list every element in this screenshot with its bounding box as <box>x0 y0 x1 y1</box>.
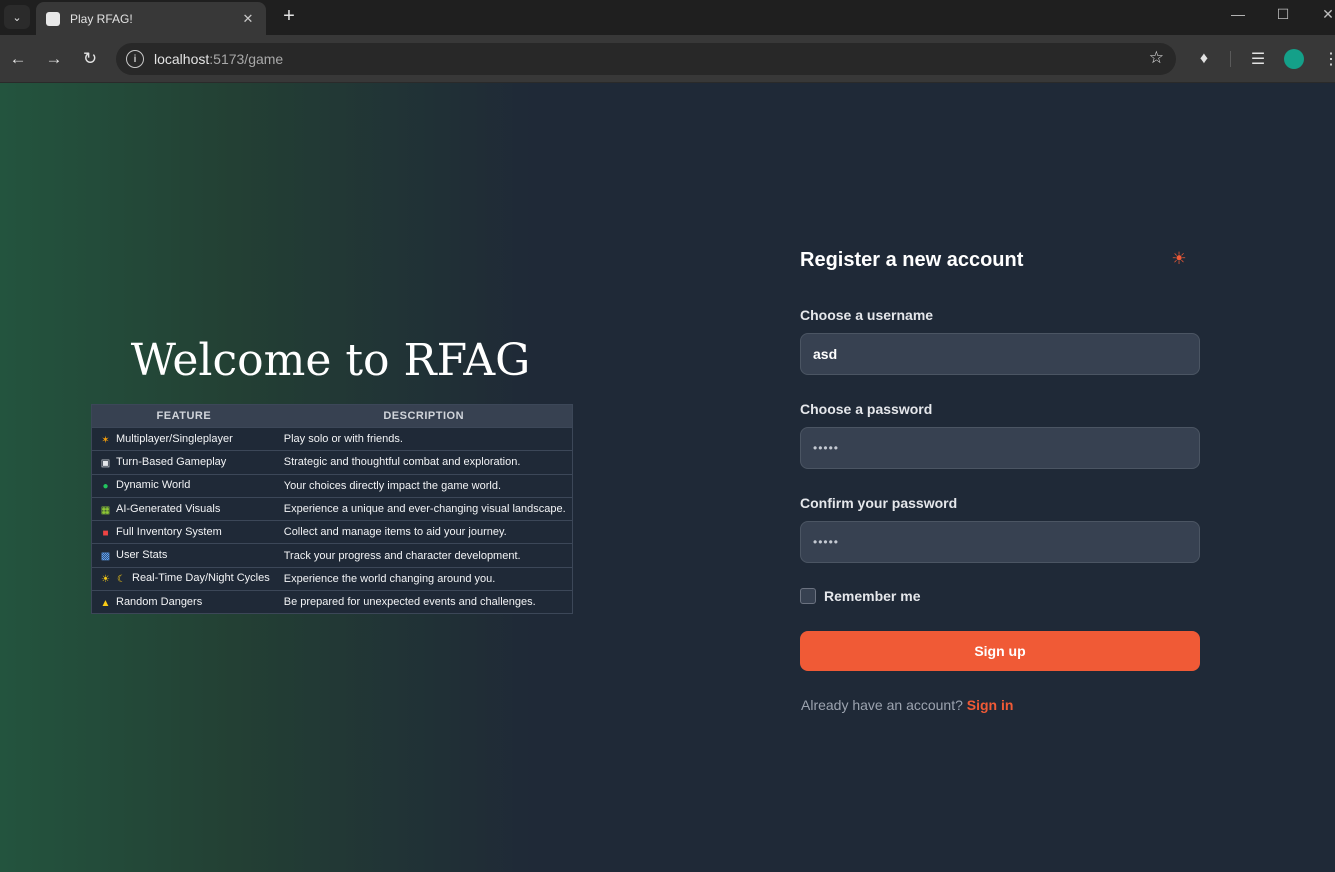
toolbar-divider <box>1230 51 1231 67</box>
extensions-icon[interactable]: ♦ <box>1193 48 1215 70</box>
table-row: ✶ Multiplayer/Singleplayer Play solo or w… <box>91 426 573 451</box>
feature-cell: ▲ Random Dangers <box>91 590 276 614</box>
minimize-icon: — <box>1231 6 1245 22</box>
bookmark-star-icon[interactable]: ☆ <box>1149 48 1164 68</box>
confirm-password-input[interactable]: ••••• <box>800 521 1200 563</box>
description-cell: Be prepared for unexpected events and ch… <box>275 590 573 614</box>
dice-icon: ▣ <box>100 457 111 469</box>
features-table: FEATURE DESCRIPTION ✶ Multiplayer/Singlep… <box>91 404 573 615</box>
theme-toggle-sun-icon[interactable]: ☀ <box>1170 250 1188 268</box>
remember-me-checkbox[interactable] <box>800 588 816 604</box>
description-cell: Your choices directly impact the game wo… <box>275 473 573 498</box>
arrow-left-icon: ← <box>9 49 27 68</box>
username-input[interactable]: asd <box>800 333 1200 375</box>
feature-cell: ▦ AI-Generated Visuals <box>91 496 276 521</box>
more-menu-icon[interactable]: ⋮ <box>1320 48 1335 70</box>
sign-in-prompt-text: Already have an account? <box>801 697 963 713</box>
tab-search-button[interactable]: ⌄ <box>4 5 30 29</box>
feature-cell: ✶ Multiplayer/Singleplayer <box>91 426 276 451</box>
description-cell: Play solo or with friends. <box>275 426 573 451</box>
browser-tab-bar: ⌄ Play RFAG! ✕ + — ☐ ✕ <box>0 0 1335 35</box>
feature-name: Multiplayer/Singleplayer <box>116 432 233 445</box>
plus-icon: + <box>283 5 295 27</box>
remember-me-row: Remember me <box>800 588 921 604</box>
favicon-icon <box>46 11 60 26</box>
reload-icon: ↻ <box>82 49 98 68</box>
table-row: ● Dynamic World Your choices directly imp… <box>91 473 573 498</box>
description-cell: Strategic and thoughtful combat and expl… <box>275 450 573 475</box>
tab-title: Play RFAG! <box>70 11 133 26</box>
feature-cell: ☀ ☾ Real-Time Day/Night Cycles <box>91 566 276 591</box>
profile-avatar[interactable] <box>1284 49 1304 69</box>
backpack-icon: ■ <box>102 527 109 539</box>
close-icon: ✕ <box>1322 6 1334 22</box>
feature-name: Turn-Based Gameplay <box>116 455 227 468</box>
form-title: Register a new account <box>800 249 1024 271</box>
picture-icon: ▦ <box>100 504 111 516</box>
reload-button[interactable]: ↻ <box>79 48 101 70</box>
password-label: Choose a password <box>800 401 933 417</box>
description-cell: Track your progress and character develo… <box>275 543 573 568</box>
address-bar[interactable]: i localhost:5173/game ☆ <box>116 43 1176 75</box>
feature-cell: ▣ Turn-Based Gameplay <box>91 450 276 475</box>
table-row: ☀ ☾ Real-Time Day/Night Cycles Experience … <box>91 566 573 591</box>
close-icon[interactable]: ✕ <box>240 11 256 27</box>
url-text: localhost:5173/game <box>154 51 283 67</box>
browser-tab[interactable]: Play RFAG! ✕ <box>36 2 266 35</box>
column-header-description: DESCRIPTION <box>275 404 573 428</box>
new-tab-button[interactable]: + <box>278 6 300 28</box>
chevron-down-icon: ⌄ <box>12 11 22 24</box>
minimize-button[interactable]: — <box>1226 6 1250 22</box>
description-cell: Experience a unique and ever-changing vi… <box>275 496 573 521</box>
password-input[interactable]: ••••• <box>800 427 1200 469</box>
description-cell: Collect and manage items to aid your jou… <box>275 520 573 544</box>
table-row: ▦ AI-Generated Visuals Experience a uniqu… <box>91 496 573 521</box>
arrow-right-icon: → <box>45 49 63 68</box>
username-label: Choose a username <box>800 307 934 323</box>
bar-chart-icon: ▩ <box>100 551 111 563</box>
confirm-password-label: Confirm your password <box>800 495 958 511</box>
page-content: Welcome to RFAG FEATURE DESCRIPTION ✶ Mul… <box>0 83 1335 872</box>
table-header-row: FEATURE DESCRIPTION <box>91 404 573 428</box>
sun-icon: ☀ <box>101 574 110 586</box>
table-row: ▣ Turn-Based Gameplay Strategic and thoug… <box>91 450 573 475</box>
feature-name: Real-Time Day/Night Cycles <box>132 572 270 585</box>
sign-in-link[interactable]: Sign in <box>967 697 1014 713</box>
table-row: ■ Full Inventory System Collect and manag… <box>91 520 573 544</box>
warning-icon: ▲ <box>100 597 111 609</box>
column-header-feature: FEATURE <box>91 404 276 428</box>
table-row: ▩ User Stats Track your progress and char… <box>91 543 573 568</box>
people-icon: ✶ <box>101 434 110 446</box>
back-button[interactable]: ← <box>7 48 29 70</box>
feature-name: User Stats <box>116 549 168 562</box>
browser-toolbar: ← → ↻ i localhost:5173/game ☆ ♦ ☰ ⋮ <box>0 35 1335 83</box>
media-controls-icon[interactable]: ☰ <box>1247 48 1269 70</box>
maximize-icon: ☐ <box>1276 6 1290 22</box>
forward-button[interactable]: → <box>43 48 65 70</box>
moon-icon: ☾ <box>117 574 126 586</box>
feature-name: Dynamic World <box>116 479 191 492</box>
feature-name: Random Dangers <box>116 595 203 608</box>
globe-icon: ● <box>102 481 109 493</box>
feature-cell: ▩ User Stats <box>91 543 276 568</box>
table-row: ▲ Random Dangers Be prepared for unexpect… <box>91 590 573 614</box>
description-cell: Experience the world changing around you… <box>275 566 573 591</box>
feature-name: Full Inventory System <box>116 525 222 538</box>
url-host: localhost <box>154 51 210 67</box>
feature-cell: ■ Full Inventory System <box>91 520 276 544</box>
url-path: :5173/game <box>209 51 284 67</box>
maximize-button[interactable]: ☐ <box>1271 6 1295 23</box>
feature-name: AI-Generated Visuals <box>116 502 221 515</box>
sign-up-button[interactable]: Sign up <box>800 631 1200 671</box>
sign-in-prompt: Already have an account? Sign in <box>801 697 1013 713</box>
site-info-icon[interactable]: i <box>126 50 144 68</box>
remember-me-label[interactable]: Remember me <box>824 588 921 604</box>
page-title: Welcome to RFAG <box>130 335 531 386</box>
feature-cell: ● Dynamic World <box>91 473 276 498</box>
window-close-button[interactable]: ✕ <box>1316 6 1335 23</box>
